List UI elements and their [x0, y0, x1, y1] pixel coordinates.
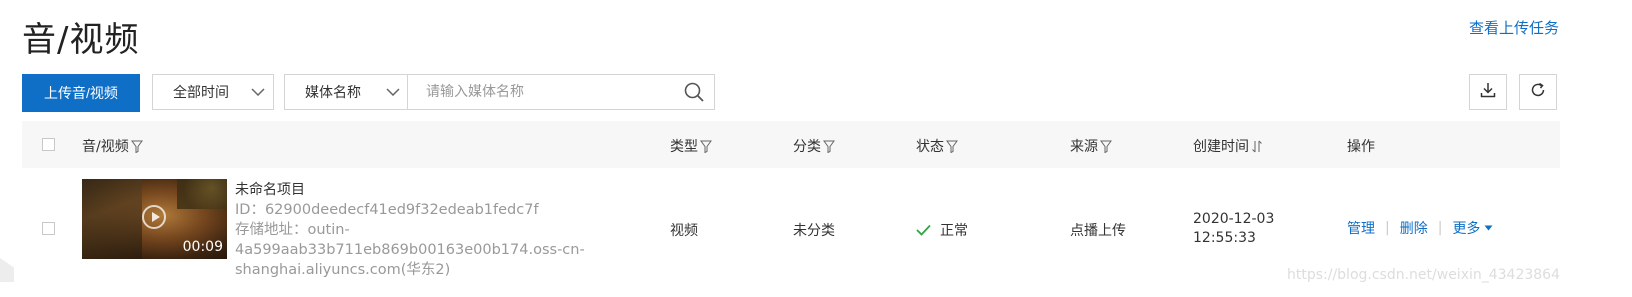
thumbnail-scene: [177, 179, 227, 209]
download-icon: [1480, 82, 1496, 102]
time-range-select[interactable]: 全部时间: [152, 74, 274, 110]
delete-link[interactable]: 删除: [1400, 218, 1428, 238]
page-title: 音/视频: [22, 20, 140, 60]
column-actions-label: 操作: [1347, 139, 1375, 155]
refresh-icon: [1530, 82, 1546, 102]
search-icon[interactable]: [674, 82, 714, 102]
filter-icon[interactable]: [823, 140, 835, 153]
filter-icon[interactable]: [946, 140, 958, 153]
media-name: 未命名项目: [235, 182, 305, 198]
refresh-button[interactable]: [1519, 74, 1557, 110]
created-date-text: 2020-12-03: [1193, 211, 1275, 227]
table-header: 音/视频 类型 分类 状态 来源 创建时间 操作: [22, 121, 1560, 168]
upload-media-button[interactable]: 上传音/视频: [22, 74, 140, 112]
thumbnail-scene: [82, 179, 142, 259]
download-button[interactable]: [1469, 74, 1507, 110]
media-type: 视频: [670, 223, 698, 239]
video-thumbnail[interactable]: 00:09: [82, 179, 227, 259]
select-all-checkbox[interactable]: [42, 138, 55, 151]
filter-icon[interactable]: [700, 140, 712, 153]
video-duration: 00:09: [182, 239, 223, 255]
column-type-label: 类型: [670, 139, 698, 155]
search-field-select[interactable]: 媒体名称: [284, 74, 408, 110]
more-dropdown[interactable]: 更多: [1452, 218, 1493, 238]
more-label: 更多: [1452, 221, 1481, 237]
time-range-select-value: 全部时间: [173, 85, 229, 101]
column-status-label: 状态: [916, 139, 944, 155]
column-source: 来源: [1070, 136, 1112, 156]
media-source: 点播上传: [1070, 223, 1126, 239]
row-actions: 管理 | 删除 | 更多: [1347, 218, 1493, 238]
watermark: https://blog.csdn.net/weixin_43423864: [1286, 267, 1560, 283]
manage-link[interactable]: 管理: [1347, 218, 1375, 238]
media-storage-line-3: shanghai.aliyuncs.com(华东2): [235, 262, 451, 278]
column-status: 状态: [916, 136, 958, 156]
search-box: [407, 74, 715, 110]
column-created: 创建时间: [1193, 136, 1263, 156]
media-storage-line-2: 4a599aab33b711eb869b00163e00b174.oss-cn-: [235, 242, 585, 258]
play-icon: [142, 205, 166, 229]
chevron-down-icon: [243, 88, 273, 96]
view-upload-tasks-link[interactable]: 查看上传任务: [1469, 17, 1559, 38]
sort-icon[interactable]: [1251, 140, 1263, 153]
search-input[interactable]: [408, 74, 674, 110]
separator: |: [1385, 220, 1390, 236]
column-type: 类型: [670, 136, 712, 156]
search-field-select-value: 媒体名称: [305, 85, 361, 101]
column-source-label: 来源: [1070, 139, 1098, 155]
status-text: 正常: [940, 223, 968, 239]
separator: |: [1437, 220, 1443, 236]
created-time-text: 12:55:33: [1193, 230, 1256, 246]
caret-down-icon: [1484, 225, 1493, 231]
column-category-label: 分类: [793, 139, 821, 155]
filter-icon[interactable]: [130, 140, 143, 153]
created-time: 2020-12-03 12:55:33: [1193, 210, 1274, 248]
media-info: 未命名项目 ID：62900deedecf41ed9f32edeab1fedc7…: [235, 180, 585, 280]
column-media: 音/视频: [82, 136, 143, 156]
column-created-label: 创建时间: [1193, 139, 1249, 155]
media-category: 未分类: [793, 223, 835, 239]
checkmark-icon: [916, 224, 931, 236]
column-category: 分类: [793, 136, 835, 156]
filter-icon[interactable]: [1100, 140, 1112, 153]
column-media-label: 音/视频: [82, 139, 129, 155]
decorative-shape: [0, 258, 14, 282]
chevron-down-icon: [378, 88, 408, 96]
column-actions: 操作: [1347, 136, 1375, 156]
media-storage-line-1: 存储地址：outin-: [235, 222, 350, 238]
media-id: ID：62900deedecf41ed9f32edeab1fedc7f: [235, 202, 539, 218]
row-checkbox[interactable]: [42, 222, 55, 235]
status-badge: 正常: [916, 220, 968, 240]
